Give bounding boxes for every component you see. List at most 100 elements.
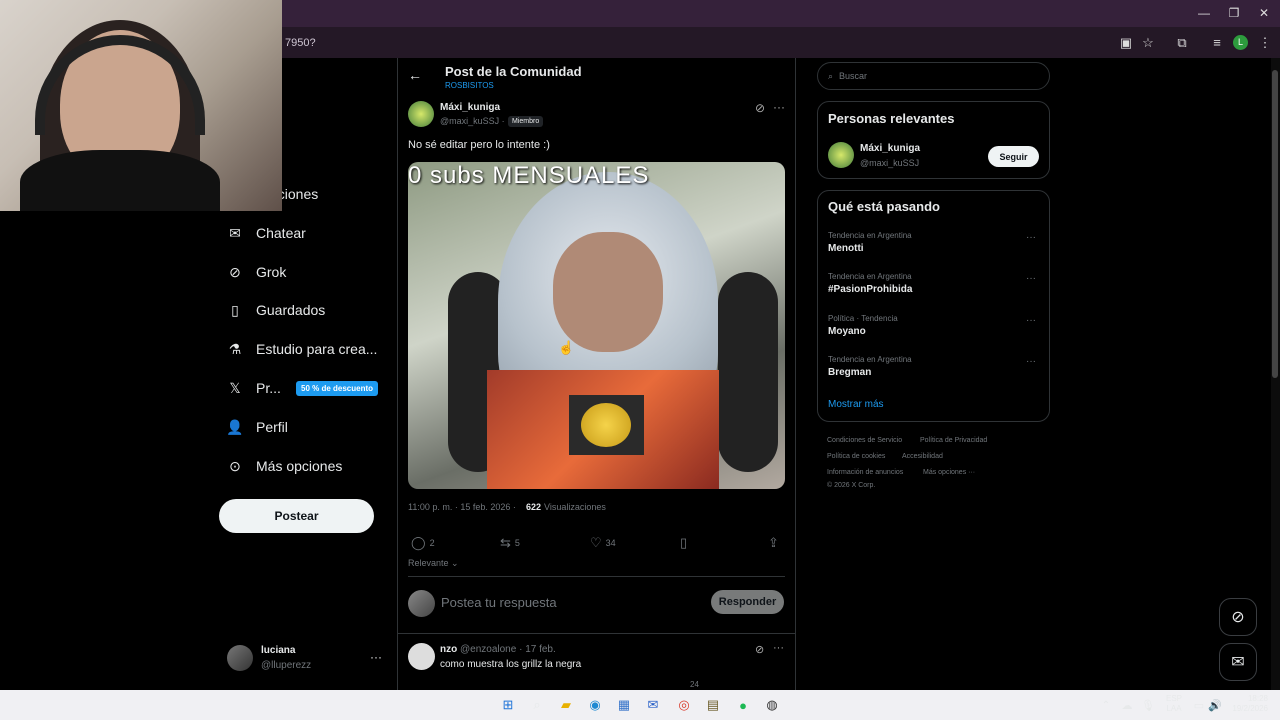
post-more-icon[interactable]: ··· bbox=[773, 100, 785, 114]
nav-creator-studio[interactable]: ⚗ Estudio para crea... bbox=[228, 334, 378, 364]
search-icon[interactable]: ⌕ bbox=[528, 696, 546, 714]
author-name[interactable]: Máxi_kuniga bbox=[440, 102, 500, 113]
post-text: No sé editar pero lo intente :) bbox=[408, 139, 550, 151]
reply-views: 24 bbox=[690, 680, 699, 689]
nav-more-options[interactable]: ⊙ Más opciones bbox=[228, 451, 342, 481]
heart-icon: ♡ bbox=[590, 535, 602, 550]
bookmark-action[interactable]: ▯ bbox=[680, 535, 687, 551]
store-icon[interactable]: ▦ bbox=[615, 696, 633, 714]
volume-icon[interactable]: 🔊 bbox=[1206, 696, 1224, 714]
clock[interactable]: 18:28 19/2/2026 bbox=[1226, 694, 1268, 714]
mic-icon[interactable]: 🎙 bbox=[1139, 696, 1157, 714]
chevron-up-icon[interactable]: ⌃ bbox=[1097, 696, 1115, 714]
trend-more-icon[interactable]: ··· bbox=[1026, 356, 1036, 367]
trend-item[interactable]: Tendencia en Argentina Menotti bbox=[828, 231, 912, 254]
trend-item[interactable]: Tendencia en Argentina #PasionProhibida bbox=[828, 272, 912, 295]
file-explorer-icon[interactable]: ▰ bbox=[557, 696, 575, 714]
my-avatar bbox=[408, 590, 435, 617]
community-link[interactable]: ROSBISITOS bbox=[445, 81, 494, 90]
grok-icon[interactable]: ⊘ bbox=[755, 643, 764, 656]
reply-author-handle[interactable]: @enzoalone · 17 feb. bbox=[460, 644, 556, 655]
close-icon[interactable]: ✕ bbox=[1256, 6, 1272, 20]
messages-fab[interactable]: ✉ bbox=[1219, 643, 1257, 681]
page-title: Post de la Comunidad bbox=[445, 64, 582, 79]
reply-action[interactable]: ◯ 2 bbox=[411, 535, 435, 551]
cloud-icon[interactable]: ☁ bbox=[1118, 696, 1136, 714]
reply-more-icon[interactable]: ··· bbox=[773, 642, 784, 654]
follow-button[interactable]: Seguir bbox=[988, 146, 1039, 167]
outlook-icon[interactable]: ✉ bbox=[644, 696, 662, 714]
footer-cookies[interactable]: Política de cookies bbox=[827, 453, 885, 460]
scrollbar-thumb[interactable] bbox=[1272, 70, 1278, 378]
minimize-icon[interactable]: — bbox=[1196, 6, 1212, 20]
show-more-link[interactable]: Mostrar más bbox=[828, 399, 884, 410]
flask-icon: ⚗ bbox=[228, 340, 242, 357]
reply-button[interactable]: Responder bbox=[711, 590, 784, 614]
account-name: luciana bbox=[261, 645, 296, 656]
like-action[interactable]: ♡ 34 bbox=[590, 535, 616, 551]
search-icon: ⌕ bbox=[828, 70, 834, 81]
nav-chat[interactable]: ✉ Chatear bbox=[228, 218, 306, 248]
share-action[interactable]: ⇪ bbox=[768, 535, 779, 551]
reply-author-name[interactable]: nzo bbox=[440, 644, 457, 655]
reply-input[interactable]: Postea tu respuesta bbox=[441, 595, 557, 610]
star-icon[interactable]: ☆ bbox=[1140, 35, 1156, 51]
grok-icon: ⊘ bbox=[229, 263, 241, 280]
restore-icon[interactable]: ❐ bbox=[1226, 6, 1242, 20]
obs-icon[interactable]: ◍ bbox=[763, 696, 781, 714]
author-handle[interactable]: @maxi_kuSSJ · bbox=[440, 116, 505, 126]
footer-accessibility[interactable]: Accesibilidad bbox=[902, 453, 943, 460]
edge-icon[interactable]: ◉ bbox=[586, 696, 604, 714]
post-timestamp[interactable]: 11:00 p. m. · 15 feb. 2026 · bbox=[408, 502, 516, 512]
footer-more[interactable]: Más opciones ··· bbox=[923, 469, 975, 476]
person-handle[interactable]: @maxi_kuSSJ bbox=[860, 158, 919, 168]
media-control-icon[interactable]: ≡ bbox=[1209, 35, 1225, 50]
search-input[interactable]: ⌕ Buscar bbox=[817, 62, 1050, 90]
more-circle-icon: ⊙ bbox=[229, 457, 241, 474]
sort-dropdown[interactable]: Relevante ⌄ bbox=[408, 558, 459, 569]
account-avatar[interactable] bbox=[227, 645, 253, 671]
mail-icon: ✉ bbox=[1231, 654, 1245, 671]
menu-kebab-icon[interactable]: ⋮ bbox=[1257, 35, 1273, 51]
grok-icon[interactable]: ⊘ bbox=[755, 101, 765, 115]
chrome-icon[interactable]: ◎ bbox=[675, 696, 693, 714]
url-text[interactable]: 7950? bbox=[285, 37, 316, 49]
cast-icon[interactable]: ▣ bbox=[1118, 35, 1134, 51]
divider bbox=[408, 576, 785, 577]
footer-ads[interactable]: Información de anuncios bbox=[827, 469, 903, 476]
person-avatar[interactable] bbox=[828, 142, 854, 168]
trend-item[interactable]: Tendencia en Argentina Bregman bbox=[828, 355, 912, 378]
person-name[interactable]: Máxi_kuniga bbox=[860, 143, 920, 154]
author-avatar[interactable] bbox=[408, 101, 434, 127]
nav-premium[interactable]: 𝕏 Pr... bbox=[228, 373, 281, 403]
back-arrow-icon[interactable]: ← bbox=[408, 67, 422, 83]
nav-profile[interactable]: 👤 Perfil bbox=[226, 412, 288, 442]
repost-action[interactable]: ⇆ 5 bbox=[500, 535, 520, 551]
relevant-people-title: Personas relevantes bbox=[828, 111, 955, 126]
nav-bookmarks[interactable]: ▯ Guardados bbox=[228, 295, 325, 325]
account-more-icon[interactable]: ··· bbox=[370, 650, 382, 664]
divider bbox=[397, 633, 796, 634]
nav-grok[interactable]: ⊘ Grok bbox=[228, 257, 286, 287]
trend-more-icon[interactable]: ··· bbox=[1026, 273, 1036, 284]
extensions-icon[interactable]: ⧉ bbox=[1174, 35, 1190, 51]
footer-privacy[interactable]: Política de Privacidad bbox=[920, 437, 987, 444]
windows-start-icon[interactable]: ⊞ bbox=[499, 696, 517, 714]
grok-fab[interactable]: ⊘ bbox=[1219, 598, 1257, 636]
post-video[interactable]: 0 subs MENSUALES bbox=[408, 162, 785, 489]
x-logo-icon: 𝕏 bbox=[229, 379, 241, 396]
footer-terms[interactable]: Condiciones de Servicio bbox=[827, 437, 902, 444]
reply-icon: ◯ bbox=[411, 535, 426, 550]
trend-item[interactable]: Política · Tendencia Moyano bbox=[828, 314, 898, 337]
post-button[interactable]: Postear bbox=[219, 499, 374, 533]
app-icon[interactable]: ▤ bbox=[704, 696, 722, 714]
webcam-overlay bbox=[0, 0, 282, 211]
spotify-icon[interactable]: ● bbox=[734, 696, 752, 714]
trend-more-icon[interactable]: ··· bbox=[1026, 315, 1036, 326]
bookmark-icon: ▯ bbox=[680, 535, 688, 550]
reply-author-avatar[interactable] bbox=[408, 643, 435, 670]
premium-discount-badge[interactable]: 50 % de descuento bbox=[296, 381, 379, 396]
profile-avatar[interactable]: L bbox=[1233, 35, 1248, 50]
trend-more-icon[interactable]: ··· bbox=[1026, 232, 1036, 243]
language-indicator[interactable]: ESP LAA bbox=[1166, 694, 1182, 714]
